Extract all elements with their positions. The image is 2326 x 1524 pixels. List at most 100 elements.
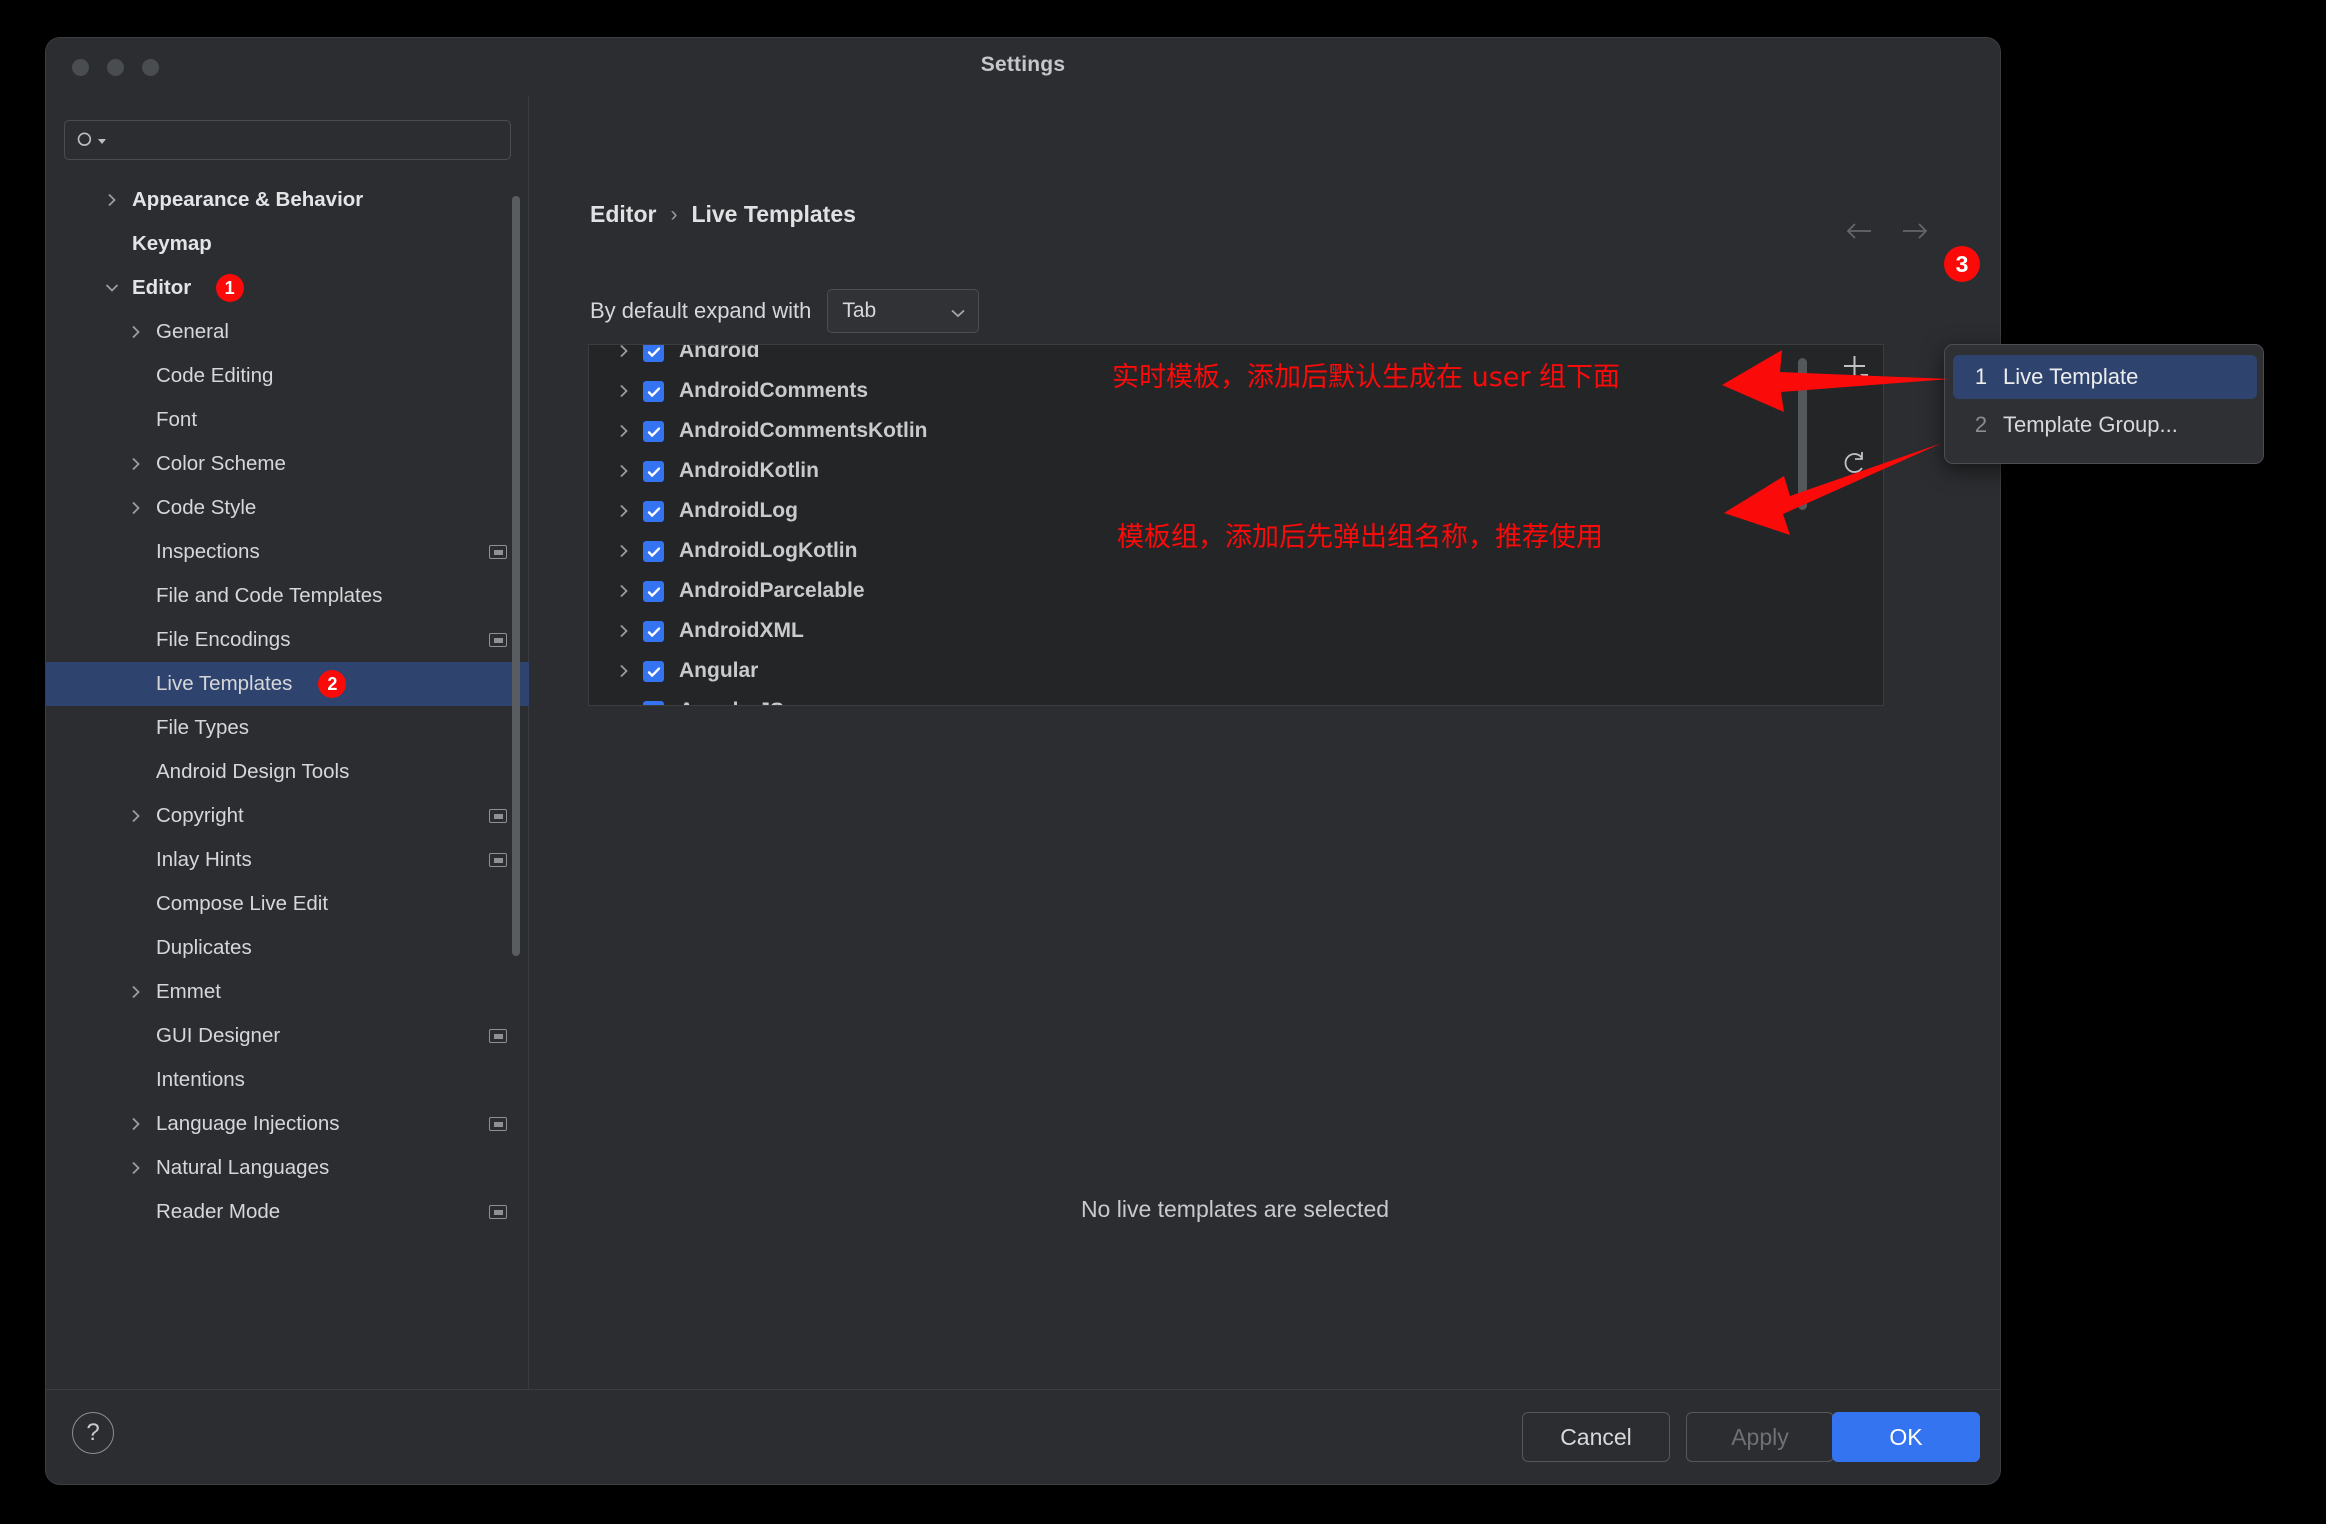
chevron-right-icon[interactable] [615, 422, 633, 440]
template-group-checkbox[interactable] [643, 661, 664, 682]
sidebar-item-gui-designer[interactable]: GUI Designer [46, 1014, 529, 1058]
template-group-checkbox[interactable] [643, 701, 664, 706]
project-scope-icon [489, 809, 507, 823]
template-group-checkbox[interactable] [643, 581, 664, 602]
chevron-down-icon[interactable] [102, 278, 122, 298]
chevron-right-icon[interactable] [615, 542, 633, 560]
chevron-right-icon[interactable] [102, 190, 122, 210]
chevron-right-icon[interactable] [615, 462, 633, 480]
template-group-row[interactable]: AngularJS [589, 691, 1883, 706]
chevron-right-icon[interactable] [615, 662, 633, 680]
sidebar-item-android-design-tools[interactable]: Android Design Tools [46, 750, 529, 794]
template-list-scrollbar[interactable] [1798, 358, 1807, 510]
revert-icon[interactable] [1836, 444, 1874, 482]
search-icon[interactable] [76, 130, 110, 152]
template-group-checkbox[interactable] [643, 381, 664, 402]
project-scope-icon [489, 853, 507, 867]
chevron-right-icon[interactable] [615, 702, 633, 706]
sidebar-item-label: File Types [156, 716, 249, 740]
help-button[interactable]: ? [72, 1412, 114, 1454]
sidebar-item-compose-live-edit[interactable]: Compose Live Edit [46, 882, 529, 926]
add-template-button[interactable] [1836, 348, 1874, 386]
chevron-right-icon[interactable] [615, 622, 633, 640]
cancel-button[interactable]: Cancel [1522, 1412, 1670, 1462]
template-group-name: AndroidXML [679, 619, 804, 643]
ok-button[interactable]: OK [1832, 1412, 1980, 1462]
sidebar-item-inspections[interactable]: Inspections [46, 530, 529, 574]
template-group-name: AndroidComments [679, 379, 868, 403]
template-group-name: AndroidCommentsKotlin [679, 419, 927, 443]
expand-with-select[interactable]: Tab [827, 289, 979, 333]
arrow-left-icon[interactable] [1844, 219, 1874, 243]
template-group-row[interactable]: AndroidKotlin [589, 451, 1883, 491]
sidebar-item-appearance-behavior[interactable]: Appearance & Behavior [46, 178, 529, 222]
sidebar-item-duplicates[interactable]: Duplicates [46, 926, 529, 970]
chevron-right-icon[interactable] [126, 806, 146, 826]
sidebar-item-label: Copyright [156, 804, 244, 828]
sidebar-item-label: Inlay Hints [156, 848, 252, 872]
sidebar-item-reader-mode[interactable]: Reader Mode [46, 1190, 529, 1234]
sidebar-item-copyright[interactable]: Copyright [46, 794, 529, 838]
sidebar-item-code-style[interactable]: Code Style [46, 486, 529, 530]
sidebar-item-label: Keymap [132, 232, 212, 256]
sidebar-item-label: Language Injections [156, 1112, 340, 1136]
template-group-row[interactable]: AndroidCommentsKotlin [589, 411, 1883, 451]
chevron-right-icon[interactable] [126, 322, 146, 342]
sidebar-item-intentions[interactable]: Intentions [46, 1058, 529, 1102]
sidebar-item-font[interactable]: Font [46, 398, 529, 442]
apply-button[interactable]: Apply [1686, 1412, 1834, 1462]
sidebar-item-file-encodings[interactable]: File Encodings [46, 618, 529, 662]
popup-menu-item-template-group[interactable]: 2Template Group... [1953, 403, 2257, 447]
sidebar-item-label: GUI Designer [156, 1024, 280, 1048]
search-input[interactable] [113, 121, 502, 159]
template-group-checkbox[interactable] [643, 421, 664, 442]
sidebar-item-editor[interactable]: Editor1 [46, 266, 529, 310]
template-group-name: Angular [679, 659, 758, 683]
template-group-checkbox[interactable] [643, 461, 664, 482]
sidebar-item-code-editing[interactable]: Code Editing [46, 354, 529, 398]
breadcrumb-parent[interactable]: Editor [590, 201, 656, 228]
sidebar-item-color-scheme[interactable]: Color Scheme [46, 442, 529, 486]
expand-with-value: Tab [842, 299, 876, 323]
chevron-right-icon[interactable] [615, 582, 633, 600]
sidebar-item-general[interactable]: General [46, 310, 529, 354]
dialog-footer: ? Cancel Apply OK [46, 1389, 2000, 1484]
sidebar-item-language-injections[interactable]: Language Injections [46, 1102, 529, 1146]
sidebar-item-live-templates[interactable]: Live Templates2 [46, 662, 529, 706]
chevron-right-icon[interactable] [615, 344, 633, 360]
chevron-right-icon[interactable] [126, 982, 146, 1002]
sidebar-item-file-types[interactable]: File Types [46, 706, 529, 750]
sidebar-item-natural-languages[interactable]: Natural Languages [46, 1146, 529, 1190]
template-group-row[interactable]: Angular [589, 651, 1883, 691]
search-box[interactable] [64, 120, 511, 160]
sidebar-item-inlay-hints[interactable]: Inlay Hints [46, 838, 529, 882]
chevron-right-icon[interactable] [615, 502, 633, 520]
settings-window: Settings Appearance & BehaviorKeymapEdit… [46, 38, 2000, 1484]
template-group-name: AngularJS [679, 699, 784, 706]
template-group-checkbox[interactable] [643, 541, 664, 562]
template-group-checkbox[interactable] [643, 621, 664, 642]
chevron-right-icon[interactable] [126, 1114, 146, 1134]
popup-menu-item-live-template[interactable]: 1Live Template [1953, 355, 2257, 399]
expand-with-row: By default expand with Tab [590, 289, 979, 333]
sidebar-item-label: Editor [132, 276, 191, 300]
chevron-right-icon[interactable] [126, 454, 146, 474]
template-group-row[interactable]: AndroidXML [589, 611, 1883, 651]
sidebar-scrollbar[interactable] [512, 196, 520, 956]
sidebar-item-file-and-code-templates[interactable]: File and Code Templates [46, 574, 529, 618]
annotation-badge-2: 2 [318, 670, 346, 698]
sidebar-item-label: Compose Live Edit [156, 892, 328, 916]
sidebar-item-label: Duplicates [156, 936, 252, 960]
chevron-right-icon[interactable] [126, 1158, 146, 1178]
project-scope-icon [489, 1117, 507, 1131]
popup-item-number: 2 [1969, 412, 1993, 438]
sidebar-item-keymap[interactable]: Keymap [46, 222, 529, 266]
sidebar-item-emmet[interactable]: Emmet [46, 970, 529, 1014]
template-group-row[interactable]: AndroidParcelable [589, 571, 1883, 611]
template-group-checkbox[interactable] [643, 501, 664, 522]
sidebar-item-label: Reader Mode [156, 1200, 280, 1224]
chevron-right-icon[interactable] [615, 382, 633, 400]
template-group-checkbox[interactable] [643, 344, 664, 362]
arrow-right-icon[interactable] [1900, 219, 1930, 243]
chevron-right-icon[interactable] [126, 498, 146, 518]
